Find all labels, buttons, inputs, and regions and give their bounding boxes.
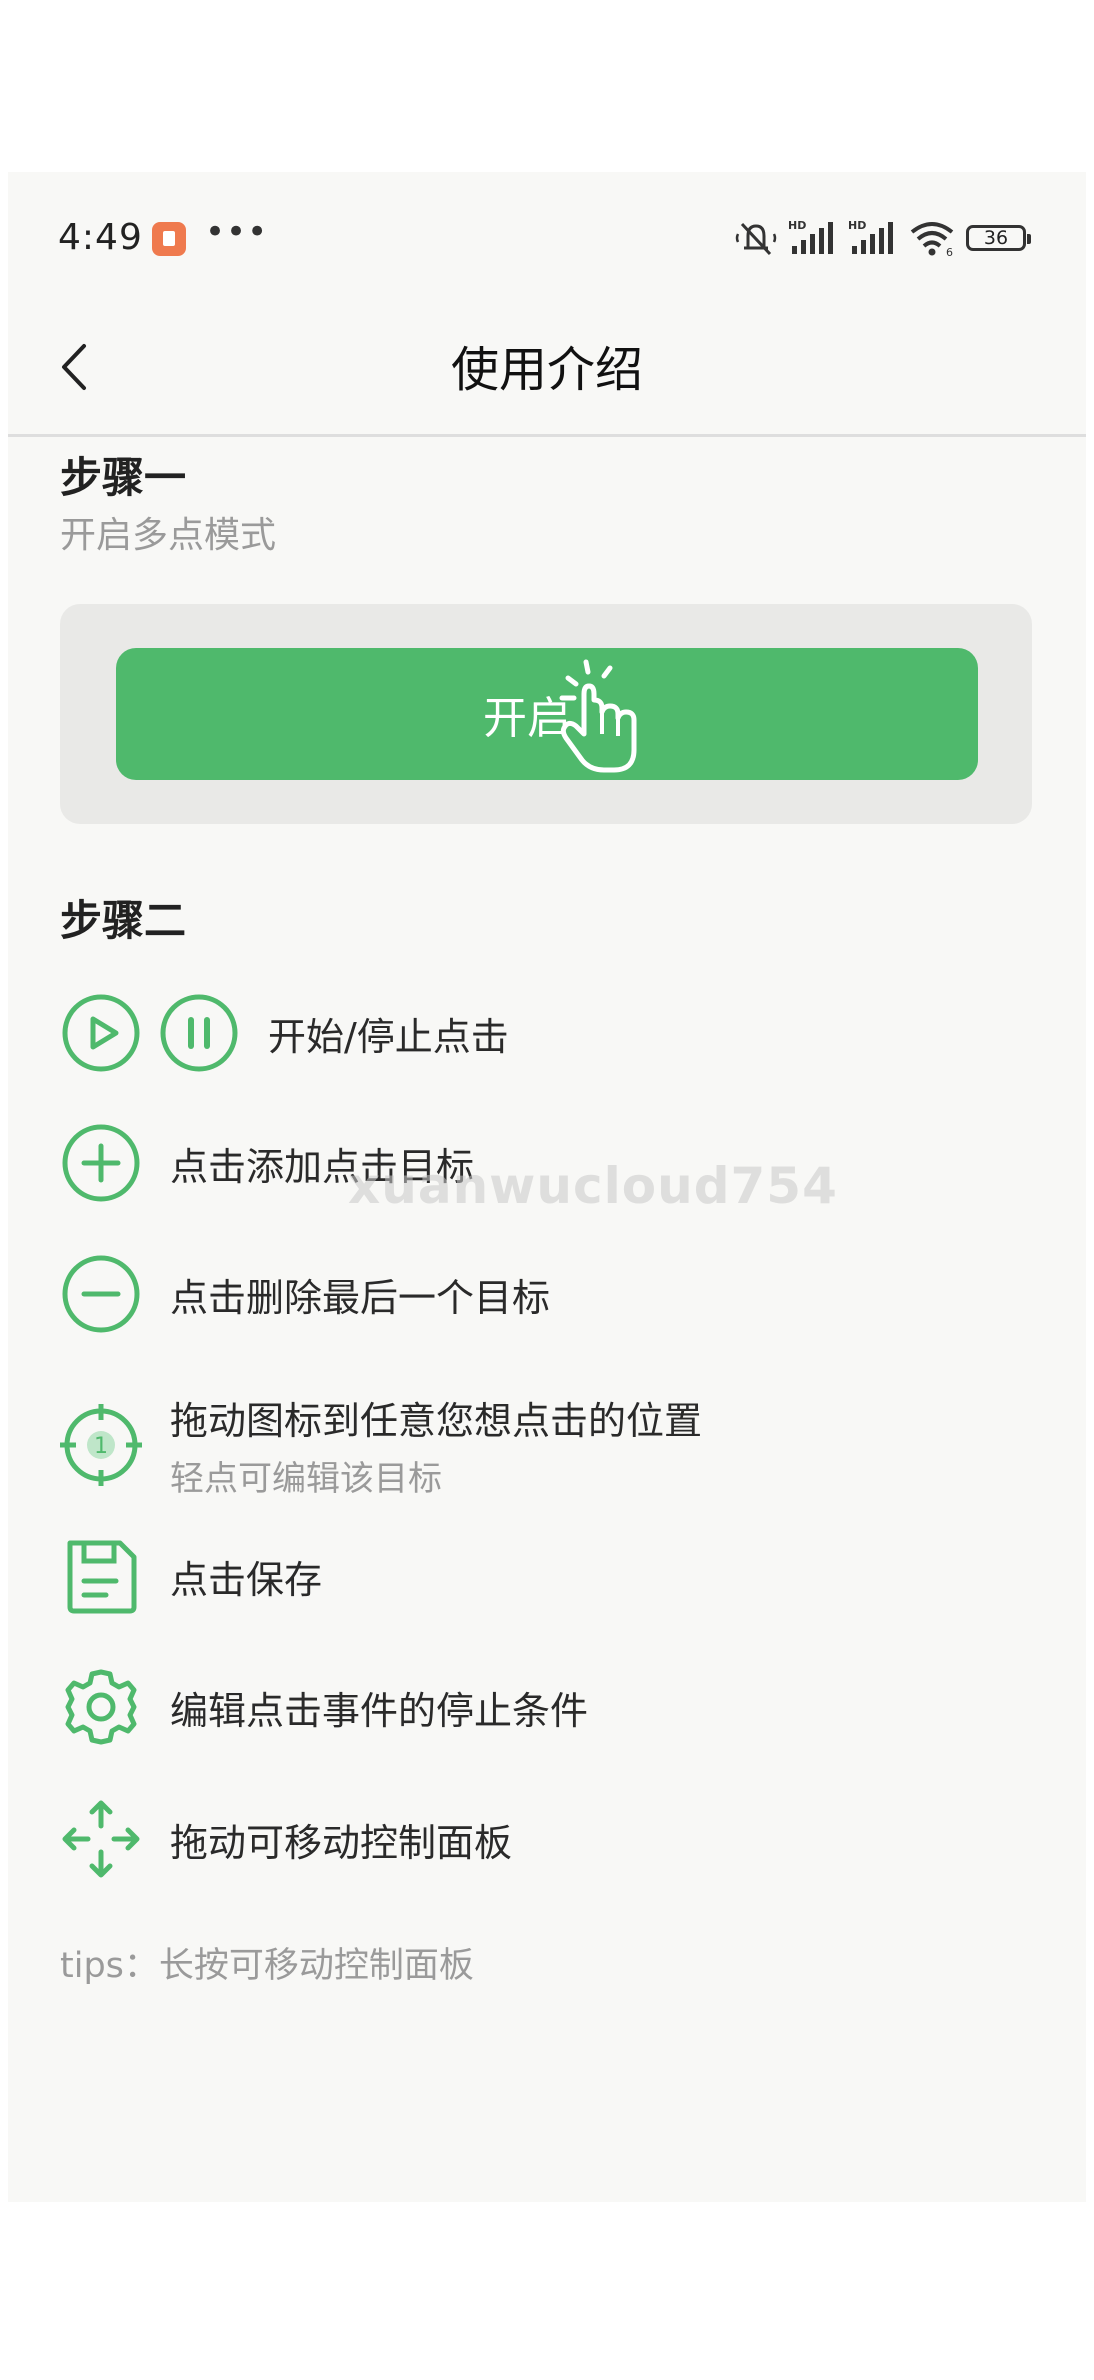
hand-pointer-icon xyxy=(559,659,637,773)
feature-label: 开始/停止点击 xyxy=(268,1014,509,1059)
feature-row-remove-target: 点击删除最后一个目标 xyxy=(60,1253,1040,1335)
battery-icon: 36 xyxy=(966,225,1031,251)
status-bar: 4:49 ••• HD HD 6 36 xyxy=(8,172,1086,302)
target-icon: 1 xyxy=(60,1404,142,1486)
app-header: 使用介绍 xyxy=(8,302,1086,437)
svg-text:HD: HD xyxy=(788,219,806,232)
target-number: 1 xyxy=(94,1434,108,1459)
more-notifications-icon: ••• xyxy=(205,212,269,252)
wifi-icon: 6 xyxy=(910,222,954,258)
feature-row-drag-target: 1 拖动图标到任意您想点击的位置 轻点可编辑该目标 xyxy=(60,1390,1040,1500)
status-time: 4:49 xyxy=(58,217,143,258)
step1-title: 步骤一 xyxy=(60,453,187,502)
gear-icon xyxy=(65,1669,137,1745)
feature-text-block: 拖动图标到任意您想点击的位置 轻点可编辑该目标 xyxy=(170,1390,702,1500)
remove-icon xyxy=(62,1255,140,1333)
feature-label: 点击删除最后一个目标 xyxy=(170,1275,551,1320)
feature-row-stop-condition: 编辑点击事件的停止条件 xyxy=(60,1666,1040,1748)
hd-signal-icon: HD xyxy=(788,219,833,254)
app-notification-icon xyxy=(152,222,186,256)
demo-panel: 开启 xyxy=(60,604,1032,824)
app-screen: 4:49 ••• HD HD 6 36 使用介绍 步骤一 开启多点模式 开启 步… xyxy=(8,172,1086,2202)
save-icon xyxy=(67,1540,137,1614)
feature-label: 拖动图标到任意您想点击的位置 xyxy=(170,1399,703,1443)
svg-text:6: 6 xyxy=(946,246,953,258)
add-icon xyxy=(62,1124,140,1202)
feature-label: 编辑点击事件的停止条件 xyxy=(170,1688,589,1733)
step2-title: 步骤二 xyxy=(60,896,187,945)
tips-text: tips：长按可移动控制面板 xyxy=(60,1946,474,1986)
feature-row-start-stop: 开始/停止点击 xyxy=(60,992,1040,1074)
play-icon xyxy=(62,994,140,1072)
feature-row-move-panel: 拖动可移动控制面板 xyxy=(60,1798,1040,1880)
hd-signal-icon: HD xyxy=(848,219,893,254)
enable-button[interactable]: 开启 xyxy=(116,648,978,780)
feature-label: 拖动可移动控制面板 xyxy=(170,1820,513,1865)
battery-level: 36 xyxy=(983,227,1009,249)
feature-sublabel: 轻点可编辑该目标 xyxy=(170,1459,442,1499)
mute-icon xyxy=(735,222,777,256)
status-icons: HD HD 6 36 xyxy=(734,216,1031,260)
page-title: 使用介绍 xyxy=(450,342,643,398)
feature-label: 点击保存 xyxy=(170,1557,323,1602)
move-icon xyxy=(62,1800,140,1878)
step1-subtitle: 开启多点模式 xyxy=(60,515,277,556)
pause-icon xyxy=(160,994,238,1072)
watermark: xuanwucloud754 xyxy=(348,1157,838,1215)
svg-text:HD: HD xyxy=(848,219,866,232)
feature-row-save: 点击保存 xyxy=(60,1535,1040,1617)
